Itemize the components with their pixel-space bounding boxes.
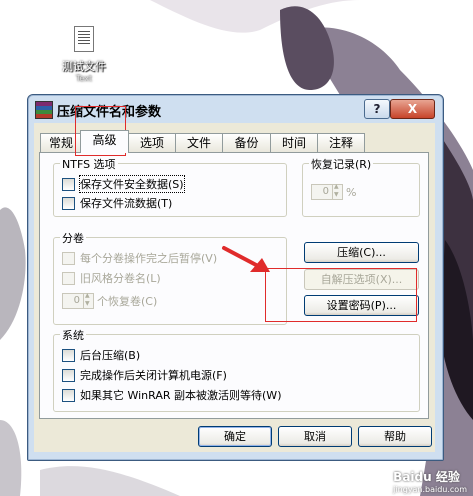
tab-general[interactable]: 常规 <box>40 133 82 152</box>
system-group: 系统 后台压缩(B) 完成操作后关闭计算机电源(F) 如果其它 WinRAR 副… <box>53 327 420 412</box>
dialog-client: 常规 高级 选项 文件 备份 时间 注释 NTFS 选项 保存文件安全数据(S)… <box>34 123 435 452</box>
old-style-names-checkbox[interactable]: 旧风格分卷名(L) <box>62 271 161 285</box>
recovery-percent-spinner[interactable]: 0 % <box>311 183 357 200</box>
title-bar[interactable]: 压缩文件名和参数 ? X <box>28 95 443 123</box>
volumes-group: 分卷 每个分卷操作完之后暂停(V) 旧风格分卷名(L) 0 个恢复卷(C) <box>53 230 287 325</box>
archive-options-dialog: 压缩文件名和参数 ? X 常规 高级 选项 文件 备份 时间 注释 NTFS 选… <box>27 94 444 461</box>
save-streams-checkbox[interactable]: 保存文件流数据(T) <box>62 196 172 210</box>
recovery-percent-unit: % <box>346 185 357 199</box>
watermark-brand: Baidu 经验 <box>393 470 460 484</box>
baidu-watermark: Baidu 经验 jingyan.baidu.com <box>393 468 467 494</box>
old-style-names-label: 旧风格分卷名(L) <box>80 272 161 285</box>
checkbox-box[interactable] <box>62 177 75 191</box>
recovery-volumes-label: 个恢复卷(C) <box>97 295 158 308</box>
help-button[interactable]: 帮助 <box>358 426 432 447</box>
set-password-button[interactable]: 设置密码(P)... <box>304 295 419 316</box>
checkbox-box[interactable] <box>62 348 75 362</box>
checkbox-box[interactable] <box>62 368 75 382</box>
tab-files[interactable]: 文件 <box>175 133 223 152</box>
recovery-group-title: 恢复记录(R) <box>309 156 374 172</box>
close-button[interactable]: X <box>390 99 435 119</box>
save-streams-label: 保存文件流数据(T) <box>80 197 173 210</box>
recovery-volumes-value[interactable]: 0 <box>62 293 84 309</box>
tab-comment[interactable]: 注释 <box>317 133 365 152</box>
wait-other-checkbox[interactable]: 如果其它 WinRAR 副本被激活则等待(W) <box>62 388 281 402</box>
volumes-group-title: 分卷 <box>60 230 86 246</box>
tab-advanced[interactable]: 高级 <box>80 130 129 153</box>
cancel-button[interactable]: 取消 <box>278 426 352 447</box>
system-group-title: 系统 <box>60 327 86 343</box>
recovery-volumes-spinner[interactable]: 0 个恢复卷(C) <box>62 292 158 309</box>
shutdown-checkbox[interactable]: 完成操作后关闭计算机电源(F) <box>62 368 227 382</box>
desktop-file-sublabel: Text <box>75 74 93 83</box>
recovery-percent-value[interactable]: 0 <box>311 184 333 200</box>
desktop-file-label: 测试文件 <box>62 60 106 73</box>
desktop-file-icon[interactable]: 测试文件 Text <box>58 26 110 83</box>
winrar-books-icon <box>35 101 53 119</box>
text-file-icon <box>74 26 94 52</box>
shutdown-label: 完成操作后关闭计算机电源(F) <box>80 369 227 382</box>
checkbox-box[interactable] <box>62 271 75 285</box>
pause-after-volume-checkbox[interactable]: 每个分卷操作完之后暂停(V) <box>62 251 217 265</box>
spinner-arrows-icon[interactable] <box>84 292 94 309</box>
recovery-record-group: 恢复记录(R) 0 % <box>302 156 420 217</box>
tab-time[interactable]: 时间 <box>270 133 318 152</box>
watermark-url: jingyan.baidu.com <box>393 485 467 494</box>
save-security-checkbox[interactable]: 保存文件安全数据(S) <box>62 175 185 193</box>
background-compress-checkbox[interactable]: 后台压缩(B) <box>62 348 140 362</box>
wait-other-label: 如果其它 WinRAR 副本被激活则等待(W) <box>80 389 282 402</box>
checkbox-box[interactable] <box>62 388 75 402</box>
checkbox-box[interactable] <box>62 251 75 265</box>
advanced-tab-panel: NTFS 选项 保存文件安全数据(S) 保存文件流数据(T) 恢复记录(R) 0… <box>39 152 429 419</box>
tab-options[interactable]: 选项 <box>128 133 176 152</box>
ok-button[interactable]: 确定 <box>198 426 272 447</box>
save-security-label: 保存文件安全数据(S) <box>79 175 185 193</box>
tab-backup[interactable]: 备份 <box>222 133 271 152</box>
background-compress-label: 后台压缩(B) <box>80 349 141 362</box>
sfx-options-button[interactable]: 自解压选项(X)... <box>304 269 419 290</box>
dialog-title: 压缩文件名和参数 <box>57 105 162 120</box>
compress-settings-button[interactable]: 压缩(C)... <box>304 242 419 263</box>
pause-after-volume-label: 每个分卷操作完之后暂停(V) <box>80 252 218 265</box>
help-titlebar-button[interactable]: ? <box>364 99 390 119</box>
ntfs-group-title: NTFS 选项 <box>60 156 118 172</box>
spinner-arrows-icon[interactable] <box>333 183 343 200</box>
ntfs-options-group: NTFS 选项 保存文件安全数据(S) 保存文件流数据(T) <box>53 156 287 217</box>
checkbox-box[interactable] <box>62 196 75 210</box>
